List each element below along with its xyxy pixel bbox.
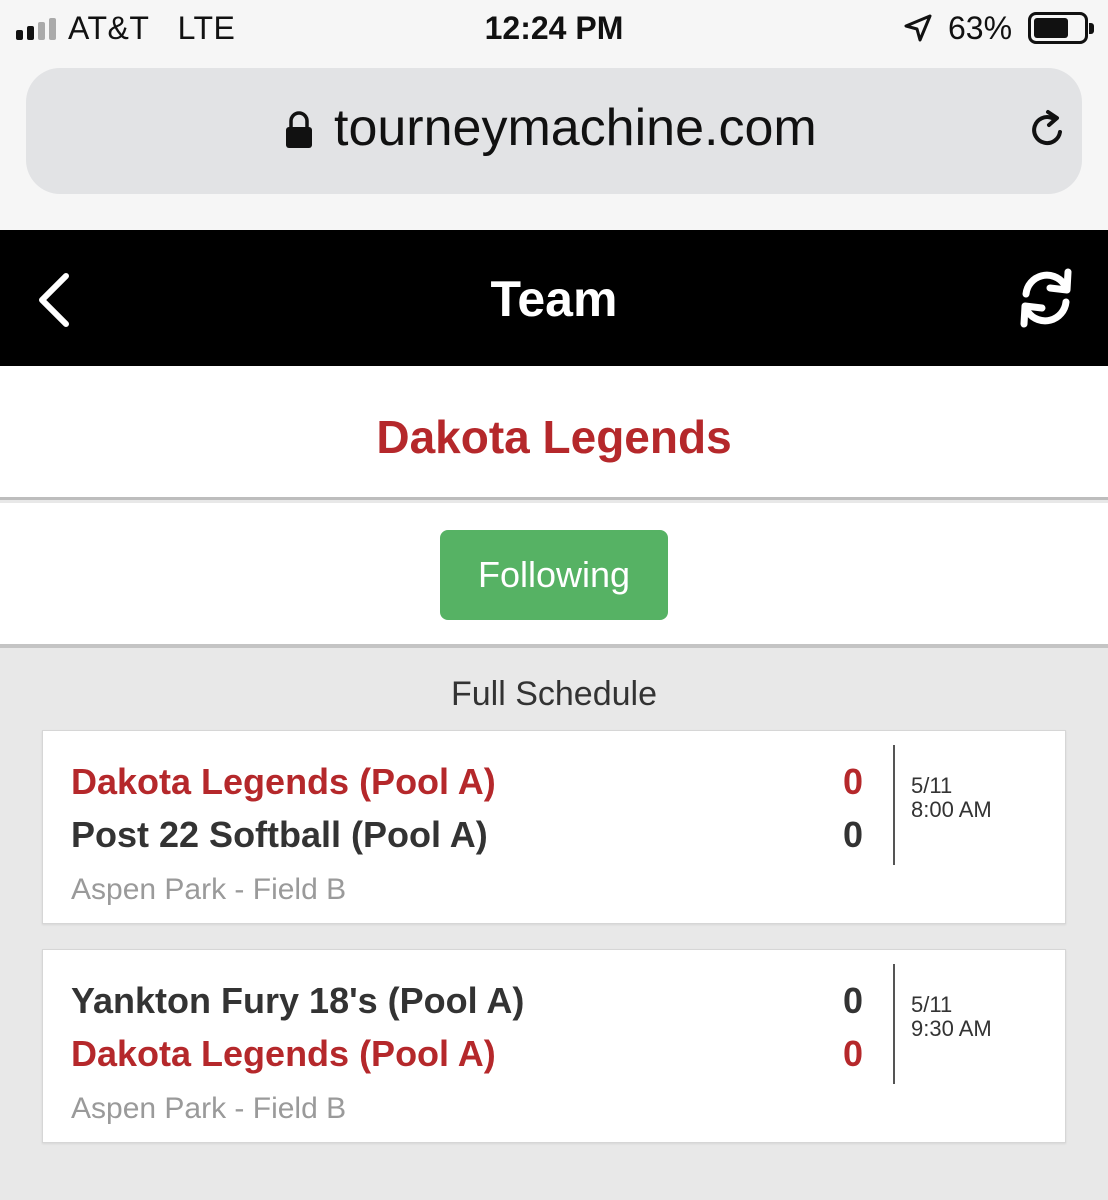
game-time: 9:30 AM: [911, 1016, 992, 1041]
app-header: Team: [0, 230, 1108, 366]
battery-percent: 63%: [948, 10, 1013, 46]
away-team-name: Post 22 Softball (Pool A): [71, 814, 488, 855]
home-team-score: 0: [842, 761, 864, 802]
url-bar[interactable]: tourneymachine.com: [26, 68, 1082, 194]
home-team-score: 0: [842, 980, 864, 1021]
game-card[interactable]: Yankton Fury 18's (Pool A) 0 Dakota Lege…: [42, 949, 1066, 1143]
status-bar: AT&T LTE 12:24 PM 63%: [0, 0, 1108, 58]
game-venue: Aspen Park - Field B: [71, 1092, 347, 1125]
card-divider: [893, 964, 895, 1084]
battery-icon: [1028, 12, 1094, 44]
game-venue: Aspen Park - Field B: [71, 873, 347, 906]
clock: 12:24 PM: [484, 10, 624, 46]
team-heading-section: Dakota Legends: [0, 366, 1108, 500]
team-name: Dakota Legends: [376, 411, 732, 463]
location-arrow-icon: [904, 14, 932, 42]
lock-icon: [286, 111, 312, 148]
browser-chrome: AT&T LTE 12:24 PM 63% tourneymachine.com: [0, 0, 1108, 230]
home-team-name: Dakota Legends (Pool A): [71, 761, 496, 802]
game-time: 8:00 AM: [911, 797, 992, 822]
home-team-name: Yankton Fury 18's (Pool A): [71, 980, 525, 1021]
game-date: 5/11: [911, 992, 953, 1017]
away-team-score: 0: [842, 1033, 864, 1074]
url-text[interactable]: tourneymachine.com: [334, 98, 817, 158]
following-button[interactable]: Following: [440, 530, 668, 620]
page-title: Team: [490, 271, 618, 327]
follow-section: Following: [0, 503, 1108, 648]
away-team-name: Dakota Legends (Pool A): [71, 1033, 496, 1074]
schedule-heading: Full Schedule: [450, 675, 657, 713]
refresh-icon[interactable]: [1014, 266, 1078, 330]
card-divider: [893, 745, 895, 865]
reload-icon[interactable]: [1026, 108, 1070, 152]
away-team-score: 0: [842, 814, 864, 855]
game-card[interactable]: Dakota Legends (Pool A) 0 Post 22 Softba…: [42, 730, 1066, 924]
game-date: 5/11: [911, 773, 953, 798]
